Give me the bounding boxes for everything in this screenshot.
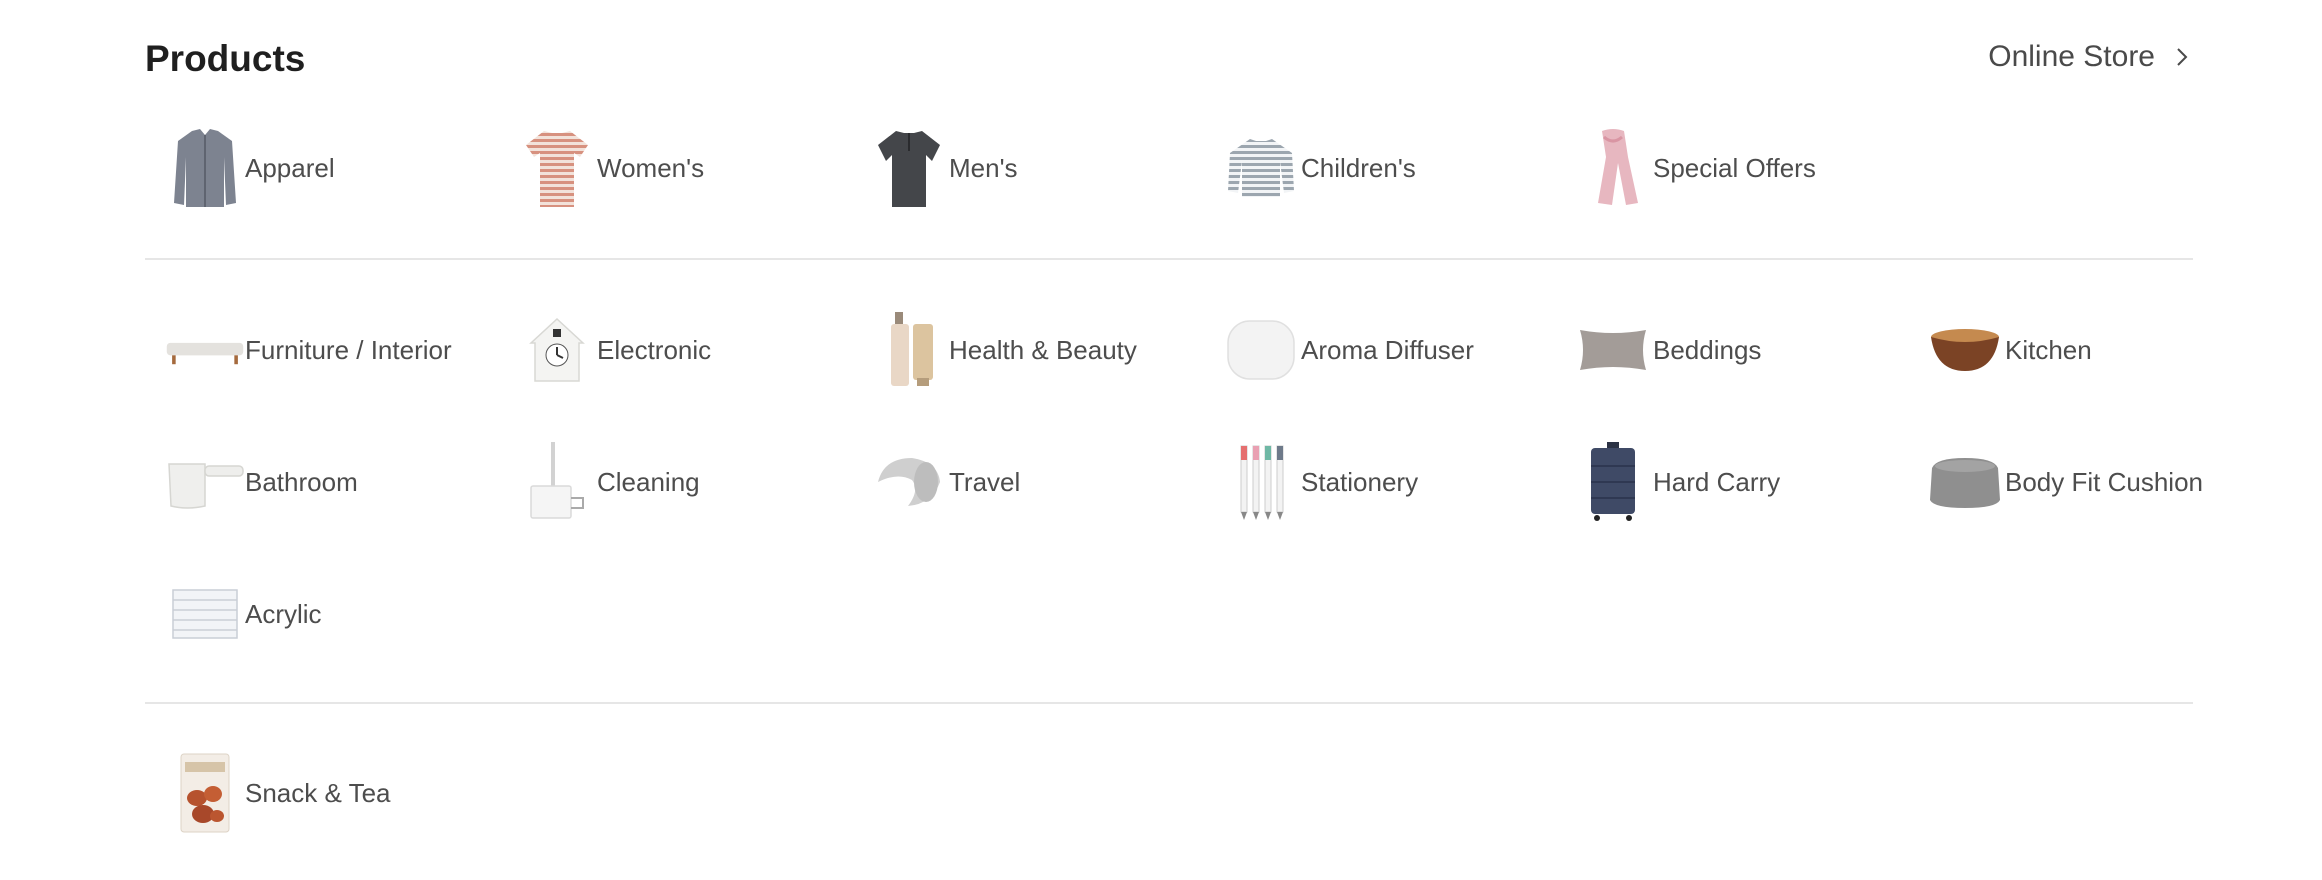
online-store-link[interactable]: Online Store (1988, 40, 2193, 74)
category-special-offers[interactable]: Special Offers (1573, 118, 1816, 218)
suitcase-icon (1573, 439, 1653, 525)
bean-bag-icon (1925, 439, 2005, 525)
category-label: Health & Beauty (949, 334, 1137, 365)
neck-pillow-icon (869, 439, 949, 525)
category-label: Travel (949, 466, 1021, 497)
goods-row-2: Bathroom Cleaning Travel Stationery Hard… (145, 432, 2203, 532)
category-label: Acrylic (245, 598, 322, 629)
bottle-and-tube-icon (869, 307, 949, 393)
category-label: Hard Carry (1653, 466, 1781, 497)
category-snack-tea[interactable]: Snack & Tea (165, 743, 391, 843)
section-divider (145, 258, 2193, 260)
goods-row-3: Acrylic (145, 564, 2193, 664)
category-travel[interactable]: Travel (869, 432, 1020, 532)
striped-longsleeve-icon (1221, 125, 1301, 211)
acrylic-drawers-icon (165, 571, 245, 657)
lint-roller-icon (517, 439, 597, 525)
category-kitchen[interactable]: Kitchen (1925, 300, 2092, 400)
category-label: Children's (1301, 152, 1416, 183)
cardigan-icon (165, 125, 245, 211)
category-label: Stationery (1301, 466, 1419, 497)
category-acrylic[interactable]: Acrylic (165, 564, 322, 664)
striped-tshirt-icon (517, 125, 597, 211)
pillow-icon (1573, 307, 1653, 393)
scarf-icon (1573, 125, 1653, 211)
chevron-right-icon (2171, 46, 2193, 68)
category-electronic[interactable]: Electronic (517, 300, 711, 400)
category-label: Men's (949, 152, 1018, 183)
category-hard-carry[interactable]: Hard Carry (1573, 432, 1780, 532)
category-body-fit-cushion[interactable]: Body Fit Cushion (1925, 432, 2203, 532)
bench-icon (165, 307, 245, 393)
cuckoo-clock-icon (517, 307, 597, 393)
category-label: Bathroom (245, 466, 358, 497)
food-row: Snack & Tea (145, 743, 2193, 843)
category-label: Kitchen (2005, 334, 2092, 365)
category-mens[interactable]: Men's (869, 118, 1018, 218)
category-label: Aroma Diffuser (1301, 334, 1474, 365)
food-section: Snack & Tea (145, 743, 2193, 843)
category-label: Women's (597, 152, 705, 183)
category-health-beauty[interactable]: Health & Beauty (869, 300, 1137, 400)
apparel-row: Apparel Women's Men's Children's Special… (145, 118, 2193, 218)
category-label: Beddings (1653, 334, 1762, 365)
page-title: Products (145, 38, 306, 79)
wooden-bowl-icon (1925, 307, 2005, 393)
snack-bag-icon (165, 750, 245, 836)
category-furniture-interior[interactable]: Furniture / Interior (165, 300, 452, 400)
category-childrens[interactable]: Children's (1221, 118, 1416, 218)
category-cleaning[interactable]: Cleaning (517, 432, 700, 532)
online-store-label: Online Store (1988, 40, 2155, 73)
henley-shirt-icon (869, 125, 949, 211)
diffuser-icon (1221, 307, 1301, 393)
products-header: Products Online Store (145, 30, 2193, 90)
category-label: Body Fit Cushion (2005, 466, 2203, 497)
category-label: Cleaning (597, 466, 700, 497)
category-aroma-diffuser[interactable]: Aroma Diffuser (1221, 300, 1474, 400)
category-label: Electronic (597, 334, 712, 365)
category-womens[interactable]: Women's (517, 118, 704, 218)
category-label: Apparel (245, 152, 335, 183)
goods-section: Furniture / Interior Electronic Health &… (145, 300, 2203, 660)
category-bathroom[interactable]: Bathroom (165, 432, 358, 532)
section-divider (145, 702, 2193, 704)
category-beddings[interactable]: Beddings (1573, 300, 1761, 400)
pens-icon (1221, 439, 1301, 525)
category-stationery[interactable]: Stationery (1221, 432, 1418, 532)
ladle-icon (165, 439, 245, 525)
category-label: Snack & Tea (245, 777, 391, 808)
goods-row-1: Furniture / Interior Electronic Health &… (145, 300, 2193, 400)
category-label: Special Offers (1653, 152, 1816, 183)
apparel-section: Apparel Women's Men's Children's Special… (145, 118, 2193, 218)
category-apparel[interactable]: Apparel (165, 118, 335, 218)
category-label: Furniture / Interior (245, 334, 452, 365)
